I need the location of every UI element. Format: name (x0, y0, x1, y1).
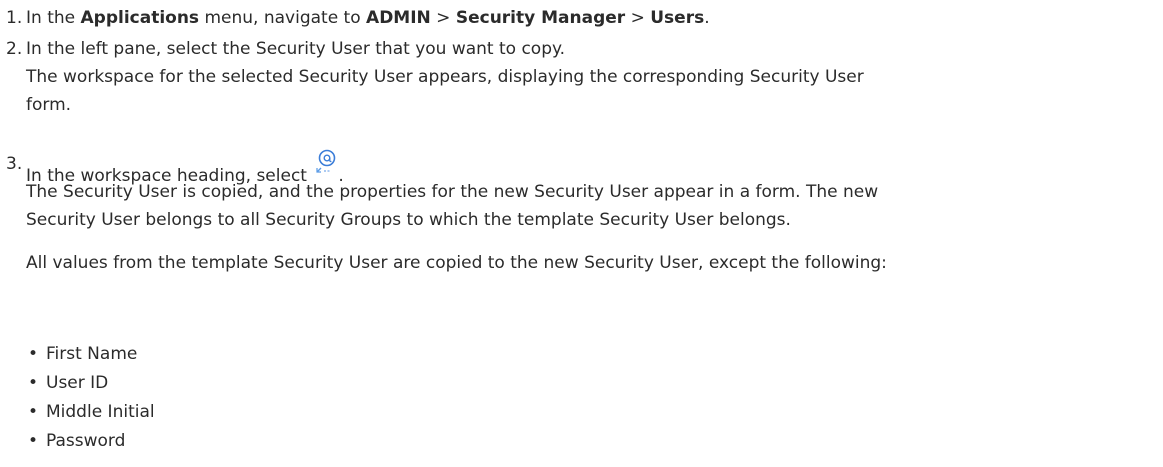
bullet-marker: • (28, 373, 39, 393)
step-3-result-continued: Security User belongs to all Security Gr… (26, 210, 791, 230)
step-2-instruction: In the left pane, select the Security Us… (26, 39, 566, 59)
list-item-text: First Name (46, 344, 138, 364)
copy-user-icon (312, 147, 338, 177)
step-2: 2. In the left pane, select the Security… (0, 38, 1163, 138)
step-2-result-continued: form. (26, 95, 72, 115)
admin-label: ADMIN (366, 8, 431, 28)
breadcrumb-separator: > (625, 8, 651, 28)
security-manager-label: Security Manager (455, 8, 626, 28)
applications-menu-label: Applications (80, 8, 200, 28)
users-label: Users (650, 8, 705, 28)
bullet-marker: • (28, 344, 39, 364)
step-1-text-part: menu, navigate to (199, 8, 367, 28)
step-1: 1. In the Applications menu, navigate to… (0, 7, 1163, 29)
step-3-result: The Security User is copied, and the pro… (26, 182, 879, 202)
step-number: 2. (6, 39, 23, 59)
breadcrumb-separator: > (430, 8, 456, 28)
step-3: 3. In the workspace heading, select . Th… (0, 125, 1163, 340)
step-number: 3. (6, 154, 23, 174)
list-item-text: User ID (46, 373, 109, 393)
step-number: 1. (6, 8, 23, 28)
step-2-result: The workspace for the selected Security … (26, 67, 864, 87)
step-3-note: All values from the template Security Us… (26, 253, 887, 273)
bullet-marker: • (28, 431, 39, 451)
step-1-text-part: In the (26, 8, 81, 28)
list-item-text: Password (46, 431, 126, 451)
list-item-text: Middle Initial (46, 402, 155, 422)
bullet-marker: • (28, 402, 39, 422)
step-1-text: In the Applications menu, navigate to AD… (26, 7, 710, 29)
step-1-text-part: . (704, 8, 710, 28)
